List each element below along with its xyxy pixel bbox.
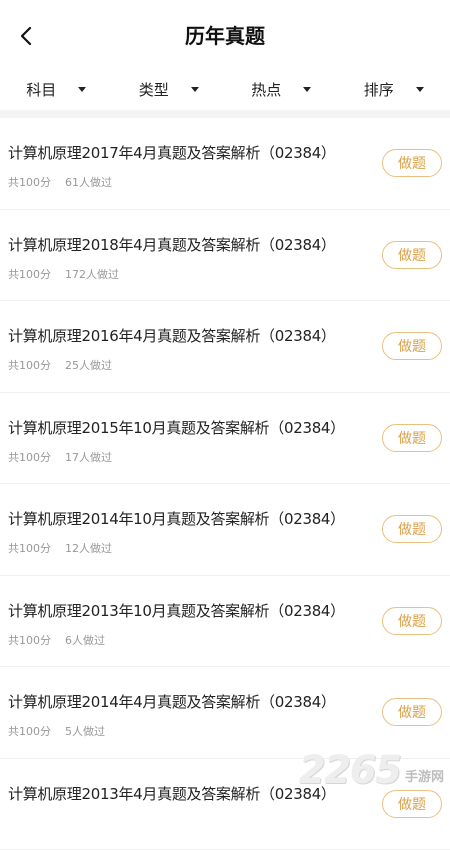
filter-hot-label: 热点 bbox=[251, 79, 281, 100]
item-done-count: 17人做过 bbox=[65, 451, 112, 464]
item-meta: 共100分 17人做过 bbox=[8, 449, 112, 465]
item-done-count: 5人做过 bbox=[65, 725, 105, 738]
item-title: 计算机原理2014年4月真题及答案解析（02384） bbox=[8, 691, 336, 712]
item-score: 共100分 bbox=[8, 725, 51, 738]
item-title: 计算机原理2018年4月真题及答案解析（02384） bbox=[8, 234, 336, 255]
exam-list: 计算机原理2017年4月真题及答案解析（02384） 共100分 61人做过 做题… bbox=[0, 118, 450, 850]
page-title: 历年真题 bbox=[0, 22, 450, 50]
item-done-count: 25人做过 bbox=[65, 359, 112, 372]
do-exam-button[interactable]: 做题 bbox=[382, 698, 442, 726]
site-watermark: 2265 手游网 bbox=[299, 748, 444, 792]
item-score: 共100分 bbox=[8, 634, 51, 647]
app-header: 历年真题 bbox=[0, 0, 450, 70]
list-item[interactable]: 计算机原理2014年10月真题及答案解析（02384） 共100分 12人做过 做… bbox=[0, 484, 450, 576]
item-score: 共100分 bbox=[8, 359, 51, 372]
filter-hot[interactable]: 热点 bbox=[225, 70, 338, 108]
do-exam-button[interactable]: 做题 bbox=[382, 607, 442, 635]
item-title: 计算机原理2017年4月真题及答案解析（02384） bbox=[8, 142, 336, 163]
watermark-number: 2265 bbox=[299, 748, 401, 792]
caret-down-icon bbox=[416, 87, 424, 92]
do-exam-button[interactable]: 做题 bbox=[382, 332, 442, 360]
section-divider bbox=[0, 110, 450, 118]
item-title: 计算机原理2015年10月真题及答案解析（02384） bbox=[8, 417, 345, 438]
caret-down-icon bbox=[191, 87, 199, 92]
do-exam-button[interactable]: 做题 bbox=[382, 790, 442, 818]
item-meta: 共100分 5人做过 bbox=[8, 723, 105, 739]
item-meta: 共100分 25人做过 bbox=[8, 357, 112, 373]
item-done-count: 172人做过 bbox=[65, 268, 119, 281]
item-title: 计算机原理2016年4月真题及答案解析（02384） bbox=[8, 325, 336, 346]
do-exam-button[interactable]: 做题 bbox=[382, 424, 442, 452]
item-score: 共100分 bbox=[8, 176, 51, 189]
item-score: 共100分 bbox=[8, 268, 51, 281]
list-item[interactable]: 计算机原理2015年10月真题及答案解析（02384） 共100分 17人做过 做… bbox=[0, 393, 450, 485]
list-item[interactable]: 计算机原理2013年10月真题及答案解析（02384） 共100分 6人做过 做题 bbox=[0, 576, 450, 668]
filter-type-label: 类型 bbox=[139, 79, 169, 100]
filter-bar: 科目 类型 热点 排序 bbox=[0, 70, 450, 108]
do-exam-button[interactable]: 做题 bbox=[382, 241, 442, 269]
item-title: 计算机原理2013年4月真题及答案解析（02384） bbox=[8, 783, 336, 804]
item-meta: 共100分 172人做过 bbox=[8, 266, 119, 282]
item-score: 共100分 bbox=[8, 451, 51, 464]
item-score: 共100分 bbox=[8, 542, 51, 555]
item-meta: 共100分 12人做过 bbox=[8, 540, 112, 556]
list-item[interactable]: 计算机原理2016年4月真题及答案解析（02384） 共100分 25人做过 做题 bbox=[0, 301, 450, 393]
item-meta: 共100分 6人做过 bbox=[8, 632, 105, 648]
item-title: 计算机原理2014年10月真题及答案解析（02384） bbox=[8, 508, 345, 529]
item-done-count: 61人做过 bbox=[65, 176, 112, 189]
item-title: 计算机原理2013年10月真题及答案解析（02384） bbox=[8, 600, 345, 621]
item-meta bbox=[8, 815, 22, 828]
list-item[interactable]: 计算机原理2018年4月真题及答案解析（02384） 共100分 172人做过 做… bbox=[0, 210, 450, 302]
filter-sort-label: 排序 bbox=[364, 79, 394, 100]
item-done-count: 12人做过 bbox=[65, 542, 112, 555]
filter-type[interactable]: 类型 bbox=[113, 70, 226, 108]
list-item[interactable]: 计算机原理2017年4月真题及答案解析（02384） 共100分 61人做过 做题 bbox=[0, 118, 450, 210]
filter-sort[interactable]: 排序 bbox=[338, 70, 450, 108]
watermark-text: 手游网 bbox=[405, 766, 444, 785]
list-item[interactable]: 计算机原理2014年4月真题及答案解析（02384） 共100分 5人做过 做题 bbox=[0, 667, 450, 759]
filter-subject[interactable]: 科目 bbox=[0, 70, 113, 108]
do-exam-button[interactable]: 做题 bbox=[382, 149, 442, 177]
caret-down-icon bbox=[78, 87, 86, 92]
item-done-count: 6人做过 bbox=[65, 634, 105, 647]
do-exam-button[interactable]: 做题 bbox=[382, 515, 442, 543]
filter-subject-label: 科目 bbox=[26, 79, 56, 100]
caret-down-icon bbox=[303, 87, 311, 92]
item-meta: 共100分 61人做过 bbox=[8, 174, 112, 190]
